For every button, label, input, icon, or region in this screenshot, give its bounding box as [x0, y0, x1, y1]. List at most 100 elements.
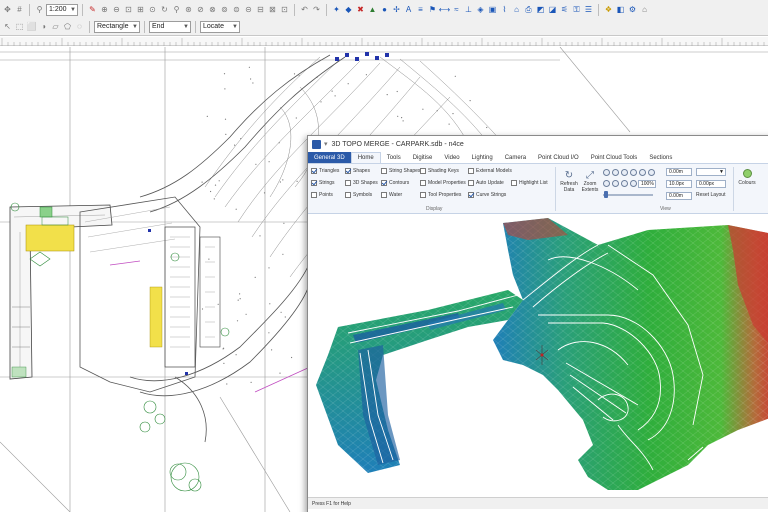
fence-icon[interactable]: ▱ [50, 21, 61, 32]
text-icon[interactable]: A [403, 4, 414, 15]
tab-point-cloud-io[interactable]: Point Cloud I/O [532, 152, 585, 163]
tab-lighting[interactable]: Lighting [466, 152, 499, 163]
zoom-out-icon[interactable]: ⊖ [111, 4, 122, 15]
terrain-render[interactable] [308, 215, 768, 497]
design-icon[interactable]: ⌂ [511, 4, 522, 15]
measure-icon[interactable]: ⟷ [439, 4, 450, 15]
contour-icon[interactable]: ≈ [451, 4, 462, 15]
report-icon[interactable]: ☰ [583, 4, 594, 15]
tab-point-cloud-tools[interactable]: Point Cloud Tools [585, 152, 644, 163]
orbit-down-icon[interactable] [630, 169, 637, 176]
plot-icon[interactable]: ⎙ [523, 4, 534, 15]
strings-checkbox[interactable]: Strings [311, 180, 335, 186]
zoom-layer-icon[interactable]: ⊟ [255, 4, 266, 15]
section-icon[interactable]: ⊥ [463, 4, 474, 15]
locate-mode-select[interactable]: Locate ▼ [200, 20, 240, 33]
external-models-checkbox[interactable]: External Models [468, 168, 512, 174]
profile-icon[interactable]: ⌇ [499, 4, 510, 15]
lock-icon[interactable]: ⚿ [571, 4, 582, 15]
volume-icon[interactable]: ▣ [487, 4, 498, 15]
auto-update-checkbox[interactable]: Auto Update [468, 180, 504, 186]
quick-access-icon[interactable]: ▾ [324, 140, 328, 148]
string-icon[interactable]: ✦ [331, 4, 342, 15]
points-checkbox[interactable]: Points [311, 192, 333, 198]
lasso-icon[interactable]: ◌ [74, 21, 85, 32]
select-all-icon[interactable]: ⬚ [14, 21, 25, 32]
point-icon[interactable]: ● [379, 4, 390, 15]
tab-sections[interactable]: Sections [643, 152, 678, 163]
3d-viewport[interactable] [308, 215, 768, 497]
triangle-icon[interactable]: ▲ [367, 4, 378, 15]
flag-icon[interactable]: ⚑ [427, 4, 438, 15]
model-icon[interactable]: ◩ [535, 4, 546, 15]
redo-icon[interactable]: ↷ [311, 4, 322, 15]
triangles-checkbox[interactable]: Triangles [311, 168, 339, 174]
symbols-checkbox[interactable]: Symbols [345, 192, 372, 198]
tab-video[interactable]: Video [438, 152, 465, 163]
orbit-left-icon[interactable] [603, 169, 610, 176]
zoom-fit-icon[interactable]: ⊜ [231, 4, 242, 15]
magnify-icon[interactable]: ⚲ [171, 4, 182, 15]
surface-icon[interactable]: ◈ [475, 4, 486, 15]
tab-home[interactable]: Home [350, 152, 381, 163]
zoom-scale-icon[interactable]: ⊘ [195, 4, 206, 15]
highlight-list-checkbox[interactable]: Highlight List [511, 180, 548, 186]
3d-shapes-checkbox[interactable]: 3D Shapes [345, 180, 378, 186]
filter-icon[interactable]: ⚟ [559, 4, 570, 15]
invert-icon[interactable]: ◑ [38, 21, 49, 32]
contours-checkbox[interactable]: Contours [381, 180, 409, 186]
tab-general-3d[interactable]: General 3D [308, 152, 351, 163]
pan-right-icon[interactable] [612, 180, 619, 187]
select-icon[interactable]: ↖ [2, 21, 13, 32]
move-icon[interactable]: ✢ [391, 4, 402, 15]
view3d-icon[interactable]: ◪ [547, 4, 558, 15]
grid-icon[interactable]: # [14, 4, 25, 15]
pan-down-icon[interactable] [630, 180, 637, 187]
colours-button[interactable]: Colours [736, 169, 758, 186]
properties-icon[interactable]: ◧ [615, 4, 626, 15]
reset-layout-button[interactable]: Reset Layout [696, 192, 725, 198]
shading-keys-checkbox[interactable]: Shading Keys [420, 168, 459, 174]
refresh-data-button[interactable]: ↻ Refresh Data [560, 170, 578, 193]
home-icon[interactable]: ⌂ [639, 4, 650, 15]
pan-up-icon[interactable] [621, 180, 628, 187]
pan-left-icon[interactable] [603, 180, 610, 187]
zoom-object-icon[interactable]: ⊝ [243, 4, 254, 15]
height-offset-field[interactable]: 0.00m [666, 192, 692, 200]
zoom-percent-field[interactable]: 100% [638, 180, 656, 188]
zoom-in-icon[interactable]: ⊕ [99, 4, 110, 15]
palette-icon[interactable]: ❖ [603, 4, 614, 15]
view-slider-thumb[interactable] [604, 191, 608, 198]
zoom-box-icon[interactable]: ⊠ [267, 4, 278, 15]
zoom-centre-icon[interactable]: ⊚ [219, 4, 230, 15]
curve-strings-checkbox[interactable]: Curve Strings [468, 192, 506, 198]
layers-icon[interactable]: ≡ [415, 4, 426, 15]
line-width-field[interactable]: 0.00px [696, 180, 726, 188]
tab-digitise[interactable]: Digitise [407, 152, 439, 163]
zoom-region-icon[interactable]: ⊡ [279, 4, 290, 15]
water-checkbox[interactable]: Water [381, 192, 402, 198]
selection-shape-select[interactable]: Rectangle ▼ [94, 20, 140, 33]
scale-select[interactable]: 1:200 ▼ [46, 3, 78, 16]
tilt-icon[interactable] [648, 169, 655, 176]
redraw-icon[interactable]: ↻ [159, 4, 170, 15]
zoom-extents-button[interactable]: ⤢ Zoom Extents [580, 170, 600, 193]
pan-icon[interactable]: ✥ [2, 4, 13, 15]
tab-tools[interactable]: Tools [381, 152, 407, 163]
model-properties-checkbox[interactable]: Model Properties [420, 180, 466, 186]
point-size-field[interactable]: 10.0px [666, 180, 692, 188]
offset-field[interactable]: 0.00m [666, 168, 692, 176]
deselect-icon[interactable]: ⬜ [26, 21, 37, 32]
end-mode-select[interactable]: End ▼ [149, 20, 191, 33]
shapes-checkbox[interactable]: Shapes [345, 168, 370, 174]
rotate-icon[interactable] [639, 169, 646, 176]
tab-camera[interactable]: Camera [499, 152, 532, 163]
zoom-all-icon[interactable]: ⊛ [183, 4, 194, 15]
polygon-icon[interactable]: ⬠ [62, 21, 73, 32]
pen-icon[interactable]: ✎ [87, 4, 98, 15]
orbit-up-icon[interactable] [621, 169, 628, 176]
mode-select[interactable]: ▼ [696, 168, 726, 176]
view-slider-track[interactable] [603, 194, 653, 196]
tool-properties-checkbox[interactable]: Tool Properties [420, 192, 461, 198]
zoom-previous-icon[interactable]: ⊙ [147, 4, 158, 15]
